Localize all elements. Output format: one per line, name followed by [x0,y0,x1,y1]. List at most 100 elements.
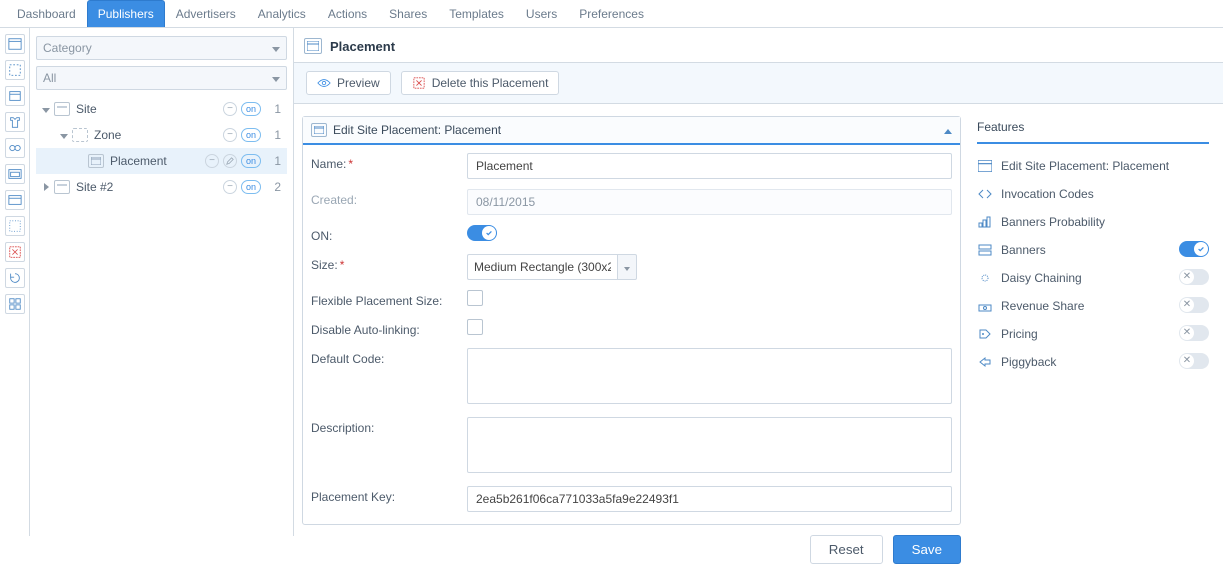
tool-window2-icon[interactable] [5,190,25,210]
preview-button[interactable]: Preview [306,71,391,95]
tree-row-label: Placement [110,154,167,168]
feature-invocation-codes[interactable]: Invocation Codes [977,180,1209,208]
tab-templates[interactable]: Templates [438,0,515,27]
feature-revenue-share[interactable]: Revenue Share ✕ [977,292,1209,320]
tree-row-placement[interactable]: Placement − on 1 [36,148,287,174]
feature-toggle[interactable]: ✕ [1179,269,1209,285]
revenue-icon [977,298,993,314]
toolbar: Preview Delete this Placement [294,63,1223,104]
feature-piggyback[interactable]: Piggyback ✕ [977,348,1209,376]
filter-dropdown[interactable]: All [36,66,287,90]
banners-icon [977,242,993,258]
feature-edit-site-placement[interactable]: Edit Site Placement: Placement [977,152,1209,180]
status-toggle-on[interactable]: on [241,102,261,116]
tree-row-zone[interactable]: Zone − on 1 [36,122,287,148]
description-label: Description: [311,417,467,435]
reset-button[interactable]: Reset [810,535,883,564]
feature-label: Banners Probability [1001,215,1105,229]
tab-publishers[interactable]: Publishers [87,0,165,27]
placement-icon [977,158,993,174]
description-input[interactable] [467,417,952,473]
size-select[interactable] [467,254,617,280]
feature-label: Banners [1001,243,1046,257]
site-node-icon [54,180,70,194]
remove-button[interactable]: − [205,154,219,168]
tab-dashboard[interactable]: Dashboard [6,0,87,27]
row-count: 1 [267,154,281,168]
feature-toggle[interactable]: ✕ [1179,325,1209,341]
expander-icon[interactable] [40,102,52,116]
tool-placement-icon[interactable] [5,86,25,106]
feature-toggle[interactable]: ✕ [1179,297,1209,313]
feature-banners[interactable]: Banners [977,236,1209,264]
default-code-input[interactable] [467,348,952,404]
feature-toggle[interactable] [1179,241,1209,257]
name-input[interactable] [467,153,952,179]
tool-zone-icon[interactable] [5,60,25,80]
feature-label: Edit Site Placement: Placement [1001,159,1169,173]
tool-refresh-icon[interactable] [5,268,25,288]
feature-banners-probability[interactable]: Banners Probability [977,208,1209,236]
chevron-down-icon [624,260,630,274]
probability-icon [977,214,993,230]
feature-daisy-chaining[interactable]: Daisy Chaining ✕ [977,264,1209,292]
name-label: Name:* [311,153,467,171]
tool-delete-icon[interactable] [5,242,25,262]
tab-shares[interactable]: Shares [378,0,438,27]
save-button[interactable]: Save [893,535,961,564]
collapse-icon[interactable] [944,123,952,137]
disable-autolink-checkbox[interactable] [467,319,483,335]
expander-icon[interactable] [58,128,70,142]
remove-button[interactable]: − [223,102,237,116]
tab-analytics[interactable]: Analytics [247,0,317,27]
placement-key-input[interactable] [467,486,952,512]
tool-grid-icon[interactable] [5,294,25,314]
feature-label: Invocation Codes [1001,187,1094,201]
navigator: Category All Site − on 1 [30,28,294,536]
feature-label: Revenue Share [1001,299,1084,313]
delete-button[interactable]: Delete this Placement [401,71,560,95]
chevron-down-icon [272,41,280,55]
tool-tshirt-icon[interactable] [5,112,25,132]
tree-row-label: Zone [94,128,121,142]
panel-icon [311,123,327,137]
features-panel: Features Edit Site Placement: Placement … [977,116,1209,564]
on-toggle[interactable] [467,225,497,241]
site-node-icon [54,102,70,116]
remove-button[interactable]: − [223,128,237,142]
tool-site-icon[interactable] [5,34,25,54]
tree-row-site[interactable]: Site − on 1 [36,96,287,122]
category-dropdown-label: Category [43,41,92,55]
remove-button[interactable]: − [223,180,237,194]
tool-selection-icon[interactable] [5,216,25,236]
tree-row-site2[interactable]: Site #2 − on 2 [36,174,287,200]
size-select-trigger[interactable] [617,254,637,280]
status-toggle-on[interactable]: on [241,128,261,142]
tool-window-icon[interactable] [5,164,25,184]
top-nav: Dashboard Publishers Advertisers Analyti… [0,0,1223,28]
edit-button[interactable] [223,154,237,168]
flex-label: Flexible Placement Size: [311,290,467,308]
status-toggle-on[interactable]: on [241,180,261,194]
expander-icon[interactable] [40,180,52,194]
chevron-down-icon [272,71,280,85]
tab-preferences[interactable]: Preferences [568,0,655,27]
row-count: 2 [267,180,281,194]
piggyback-icon [977,354,993,370]
tool-chain-icon[interactable] [5,138,25,158]
default-code-label: Default Code: [311,348,467,366]
status-toggle-on[interactable]: on [241,154,261,168]
tab-users[interactable]: Users [515,0,568,27]
category-dropdown[interactable]: Category [36,36,287,60]
feature-toggle[interactable]: ✕ [1179,353,1209,369]
feature-label: Piggyback [1001,355,1056,369]
placement-key-label: Placement Key: [311,486,467,504]
disable-autolink-label: Disable Auto-linking: [311,319,467,337]
tab-actions[interactable]: Actions [317,0,378,27]
panel-header[interactable]: Edit Site Placement: Placement [303,117,960,145]
daisy-icon [977,270,993,286]
page-title: Placement [330,39,395,54]
tab-advertisers[interactable]: Advertisers [165,0,247,27]
flex-checkbox[interactable] [467,290,483,306]
feature-pricing[interactable]: Pricing ✕ [977,320,1209,348]
